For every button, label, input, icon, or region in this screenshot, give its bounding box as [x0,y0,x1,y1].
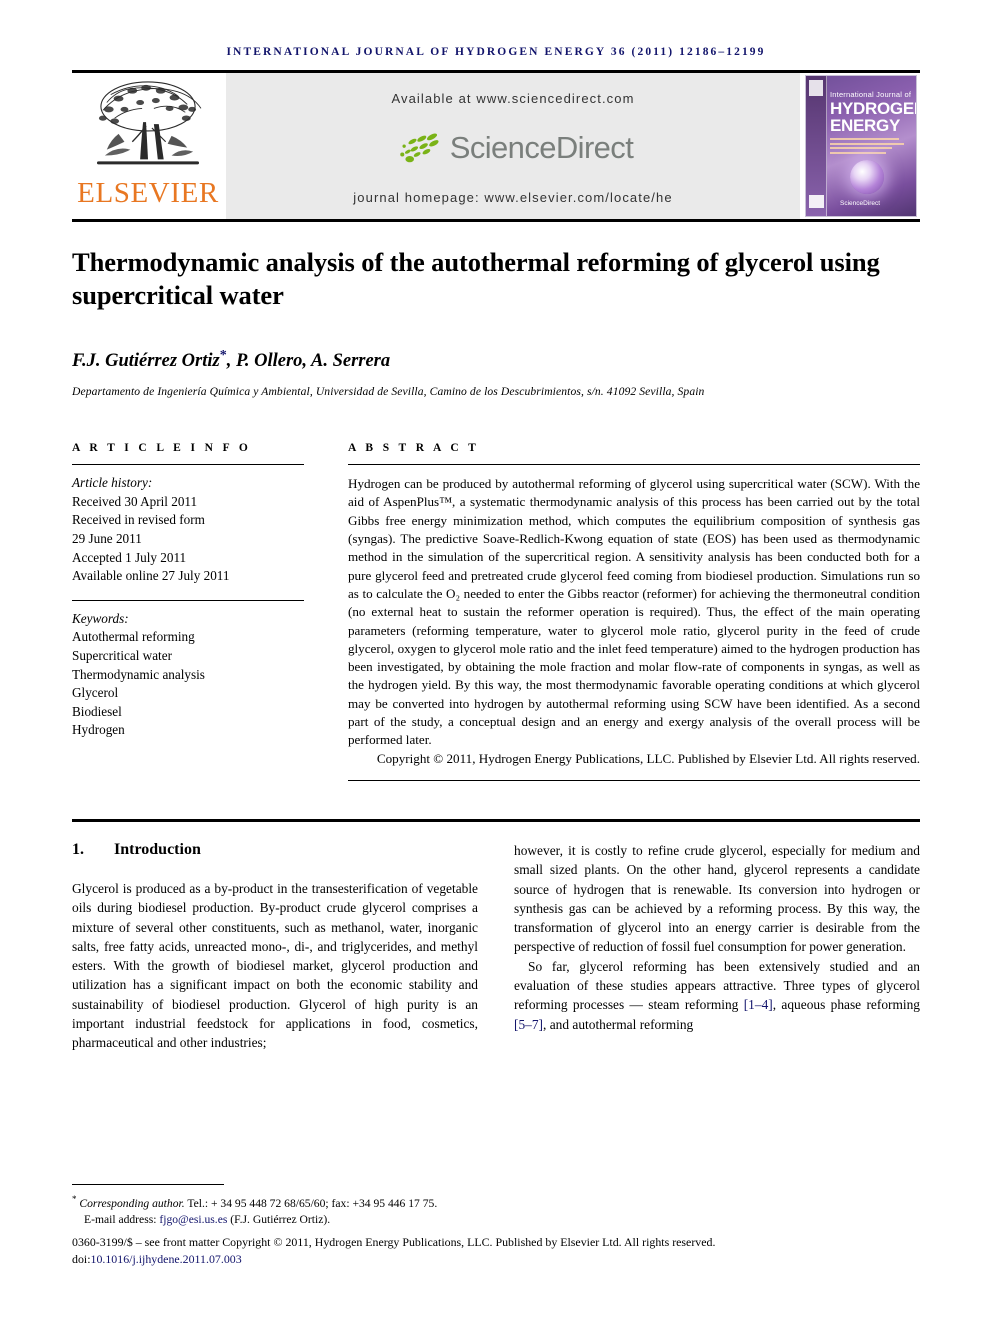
body-right-column: however, it is costly to refine crude gl… [514,841,920,1053]
article-page: International Journal of Hydrogen Energy… [0,0,992,1323]
article-info-rule-top [72,464,304,466]
keywords-label: Keywords: [72,610,129,626]
author-others: , P. Ollero, A. Serrera [226,351,391,372]
paragraph-part: , and autothermal reforming [543,1016,694,1032]
keyword-item: Hydrogen [72,722,125,738]
cover-title-small: International Journal of [830,90,912,99]
sciencedirect-logo-row: ScienceDirect [393,130,634,166]
doi-link[interactable]: 10.1016/j.ijhydene.2011.07.003 [91,1252,242,1266]
issn-copyright-line: 0360-3199/$ – see front matter Copyright… [72,1235,716,1250]
section-heading-introduction: 1. Introduction [72,841,478,859]
article-info-rule-mid [72,599,304,601]
section-number: 1. [72,840,84,858]
affiliation: Departamento de Ingeniería Química y Amb… [72,385,705,399]
cover-sciencedirect-mini: ScienceDirect [840,200,881,207]
body-right-text: however, it is costly to refine crude gl… [514,841,920,1034]
cover-title-line2: ENERGY [830,116,900,135]
keywords-list: Keywords: Autothermal reforming Supercri… [72,610,304,740]
section-title: Introduction [114,840,201,858]
cover-orb-icon [850,160,884,194]
paragraph-part: , aqueous phase reforming [772,997,921,1013]
masthead-banner: ELSEVIER Available at www.sciencedirect.… [72,73,920,222]
cover-elsevier-badge-icon [809,80,823,96]
article-title: Thermodynamic analysis of the autotherma… [72,247,880,310]
email-label: E-mail address: [84,1213,157,1227]
citation-link-1[interactable]: [1–4] [744,997,773,1012]
available-at-text: Available at www.sciencedirect.com [391,91,635,106]
sciencedirect-leaves-icon [400,133,439,163]
citation-link-2[interactable]: [5–7] [514,1017,543,1032]
info-abstract-block: A R T I C L E I N F O Article history: R… [72,442,920,781]
body-separator-rule [72,818,920,822]
paragraph: however, it is costly to refine crude gl… [514,842,920,955]
body-columns: 1. Introduction Glycerol is produced as … [72,841,920,1053]
abstract-column: A B S T R A C T Hydrogen can be produced… [348,442,920,781]
abstract-heading: A B S T R A C T [348,442,480,455]
cover-he-badge-icon [809,195,824,208]
keyword-item: Glycerol [72,685,119,701]
paragraph-with-citations: So far, glycerol reforming has been exte… [514,957,920,1034]
elsevier-logo-block: ELSEVIER [72,73,224,219]
abstract-body: Hydrogen can be produced by autothermal … [348,475,920,749]
article-history-label: Article history: [72,475,153,491]
keyword-item: Autothermal reforming [72,629,195,645]
abstract-rule-bottom [348,779,920,781]
corresponding-author-contact: Tel.: + 34 95 448 72 68/65/60; fax: +34 … [184,1197,438,1211]
body-left-column: 1. Introduction Glycerol is produced as … [72,841,478,1053]
email-link[interactable]: fjgo@esi.us.es [159,1213,227,1226]
email-note: E-mail address: fjgo@esi.us.es (F.J. Gut… [72,1212,920,1228]
history-item: Received 30 April 2011 [72,493,198,509]
abstract-rule-top [348,464,920,466]
journal-cover-image: International Journal of HYDROGEN ENERGY… [805,75,917,217]
journal-cover-block: International Journal of HYDROGEN ENERGY… [802,73,920,219]
journal-running-head: International Journal of Hydrogen Energy… [226,46,766,58]
history-item: Received in revised form [72,512,205,528]
doi-prefix: doi: [72,1251,91,1266]
article-info-column: A R T I C L E I N F O Article history: R… [72,442,304,781]
abstract-copyright: Copyright © 2011, Hydrogen Energy Public… [376,750,920,766]
elsevier-wordmark: ELSEVIER [77,177,219,209]
page-footer: * Corresponding author. Tel.: + 34 95 44… [72,1184,920,1267]
abstract-text: Hydrogen can be produced by autothermal … [348,476,920,748]
sciencedirect-wordmark: ScienceDirect [449,130,634,165]
author-list: F.J. Gutiérrez Ortiz*, P. Ollero, A. Ser… [72,348,920,372]
sciencedirect-banner: Available at www.sciencedirect.com Scien… [224,73,802,219]
history-item: 29 June 2011 [72,530,142,546]
footnote-marker: * [72,1194,77,1205]
author-corresponding: F.J. Gutiérrez Ortiz [72,351,220,372]
keyword-item: Supercritical water [72,647,172,663]
article-history: Article history: Received 30 April 2011 … [72,474,304,586]
corresponding-marker: * [219,348,227,363]
corresponding-author-label: Corresponding author. [79,1197,185,1211]
doi-line: doi:10.1016/j.ijhydene.2011.07.003 [72,1251,920,1267]
email-owner: (F.J. Gutiérrez Ortiz). [230,1213,331,1227]
body-left-text: Glycerol is produced as a by-product in … [72,879,478,1053]
keyword-item: Biodiesel [72,703,122,719]
cover-title-big: HYDROGEN ENERGY [830,100,916,135]
paragraph: Glycerol is produced as a by-product in … [72,880,478,1051]
elsevier-tree-icon [96,81,202,165]
footnote-rule [72,1184,224,1186]
history-item: Available online 27 July 2011 [72,568,230,584]
cover-editor-lines [830,138,910,156]
keyword-item: Thermodynamic analysis [72,666,205,682]
journal-homepage-text: journal homepage: www.elsevier.com/locat… [353,190,673,205]
history-item: Accepted 1 July 2011 [72,549,187,565]
article-info-heading: A R T I C L E I N F O [72,442,252,455]
corresponding-author-note: * Corresponding author. Tel.: + 34 95 44… [72,1191,920,1212]
